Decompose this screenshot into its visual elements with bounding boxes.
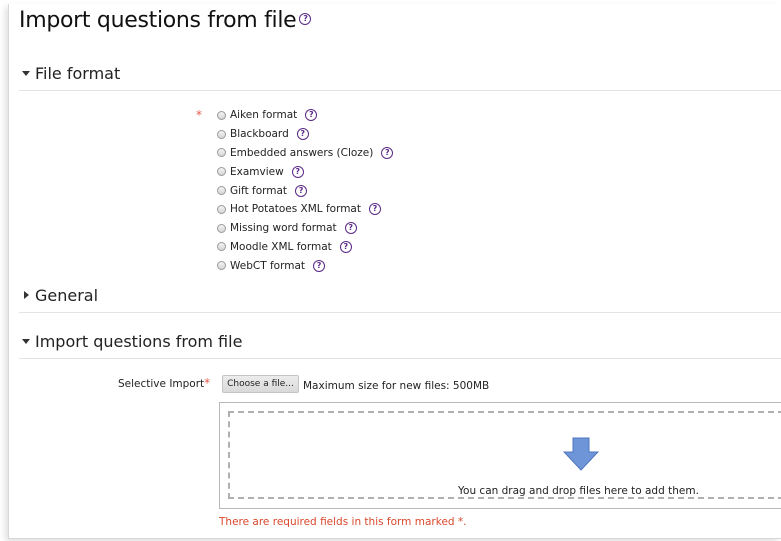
file-drop-zone[interactable]: You can drag and drop files here to add … <box>219 402 781 509</box>
help-icon[interactable]: ? <box>299 13 312 25</box>
format-option[interactable]: Aiken format ? <box>217 106 393 125</box>
format-option-label: Gift format <box>230 184 288 197</box>
format-option[interactable]: Embedded answers (Cloze) ? <box>217 144 394 163</box>
radio-button[interactable] <box>217 148 226 158</box>
down-arrow-icon <box>563 437 599 471</box>
selective-import-label: Selective Import* <box>118 376 210 390</box>
radio-button[interactable] <box>217 242 226 252</box>
help-icon[interactable]: ? <box>313 259 326 272</box>
required-fields-note: There are required fields in this form m… <box>219 516 467 528</box>
drop-instructions: You can drag and drop files here to add … <box>458 485 699 497</box>
caret-down-icon <box>22 71 30 76</box>
help-icon[interactable]: ? <box>295 184 308 197</box>
page-title-text: Import questions from file <box>19 8 297 33</box>
required-fields-note-text: There are required fields in this form m… <box>219 516 455 528</box>
section-header-import[interactable]: Import questions from file <box>19 328 781 359</box>
section-header-file-format[interactable]: File format <box>19 60 781 91</box>
section-label-import: Import questions from file <box>35 332 243 351</box>
format-option[interactable]: Blackboard ? <box>217 125 393 144</box>
required-marker: * <box>204 376 211 390</box>
help-icon[interactable]: ? <box>339 240 352 253</box>
page-title: Import questions from file? <box>19 8 312 33</box>
format-option[interactable]: Examview ? <box>217 162 393 181</box>
format-option-label: Examview <box>230 165 284 178</box>
radio-button[interactable] <box>217 261 226 271</box>
format-option[interactable]: Gift format ? <box>217 181 393 200</box>
section-header-general[interactable]: General <box>19 282 781 313</box>
help-icon[interactable]: ? <box>381 146 394 159</box>
import-form-panel: Import questions from file? File format … <box>8 4 781 539</box>
radio-button[interactable] <box>217 204 226 214</box>
section-label-general: General <box>35 286 99 305</box>
format-option-label: WebCT format <box>230 259 306 272</box>
format-option-label: Aiken format <box>230 109 298 122</box>
required-fields-note-period: . <box>463 516 467 528</box>
help-icon[interactable]: ? <box>344 222 357 235</box>
selective-import-label-text: Selective Import <box>118 378 205 390</box>
drop-area[interactable]: You can drag and drop files here to add … <box>228 411 781 499</box>
format-option-label: Embedded answers (Cloze) <box>230 146 374 159</box>
format-option[interactable]: Moodle XML format ? <box>217 238 393 257</box>
format-option[interactable]: Missing word format ? <box>217 219 393 238</box>
help-icon[interactable]: ? <box>291 165 304 178</box>
radio-button[interactable] <box>217 186 226 196</box>
radio-button[interactable] <box>217 129 226 139</box>
max-file-size-text: Maximum size for new files: 500MB <box>303 380 490 392</box>
section-label-file-format: File format <box>35 64 121 83</box>
radio-button[interactable] <box>217 223 226 233</box>
radio-button[interactable] <box>217 167 226 177</box>
choose-file-button[interactable]: Choose a file... <box>222 375 299 393</box>
format-option-label: Blackboard <box>230 128 289 141</box>
radio-button[interactable] <box>217 110 226 120</box>
help-icon[interactable]: ? <box>305 109 318 122</box>
help-icon[interactable]: ? <box>296 128 309 141</box>
required-marker: * <box>196 108 202 122</box>
format-option[interactable]: WebCT format ? <box>217 256 393 275</box>
caret-right-icon <box>24 291 29 299</box>
caret-down-icon <box>22 339 30 344</box>
help-icon[interactable]: ? <box>369 203 381 216</box>
file-format-radio-group: Aiken format ? Blackboard ? Embedded ans… <box>217 106 394 275</box>
format-option-label: Hot Potatoes XML format <box>230 203 361 216</box>
format-option[interactable]: Hot Potatoes XML format ? <box>217 200 393 219</box>
format-option-label: Moodle XML format <box>230 240 332 253</box>
format-option-label: Missing word format <box>230 222 337 235</box>
